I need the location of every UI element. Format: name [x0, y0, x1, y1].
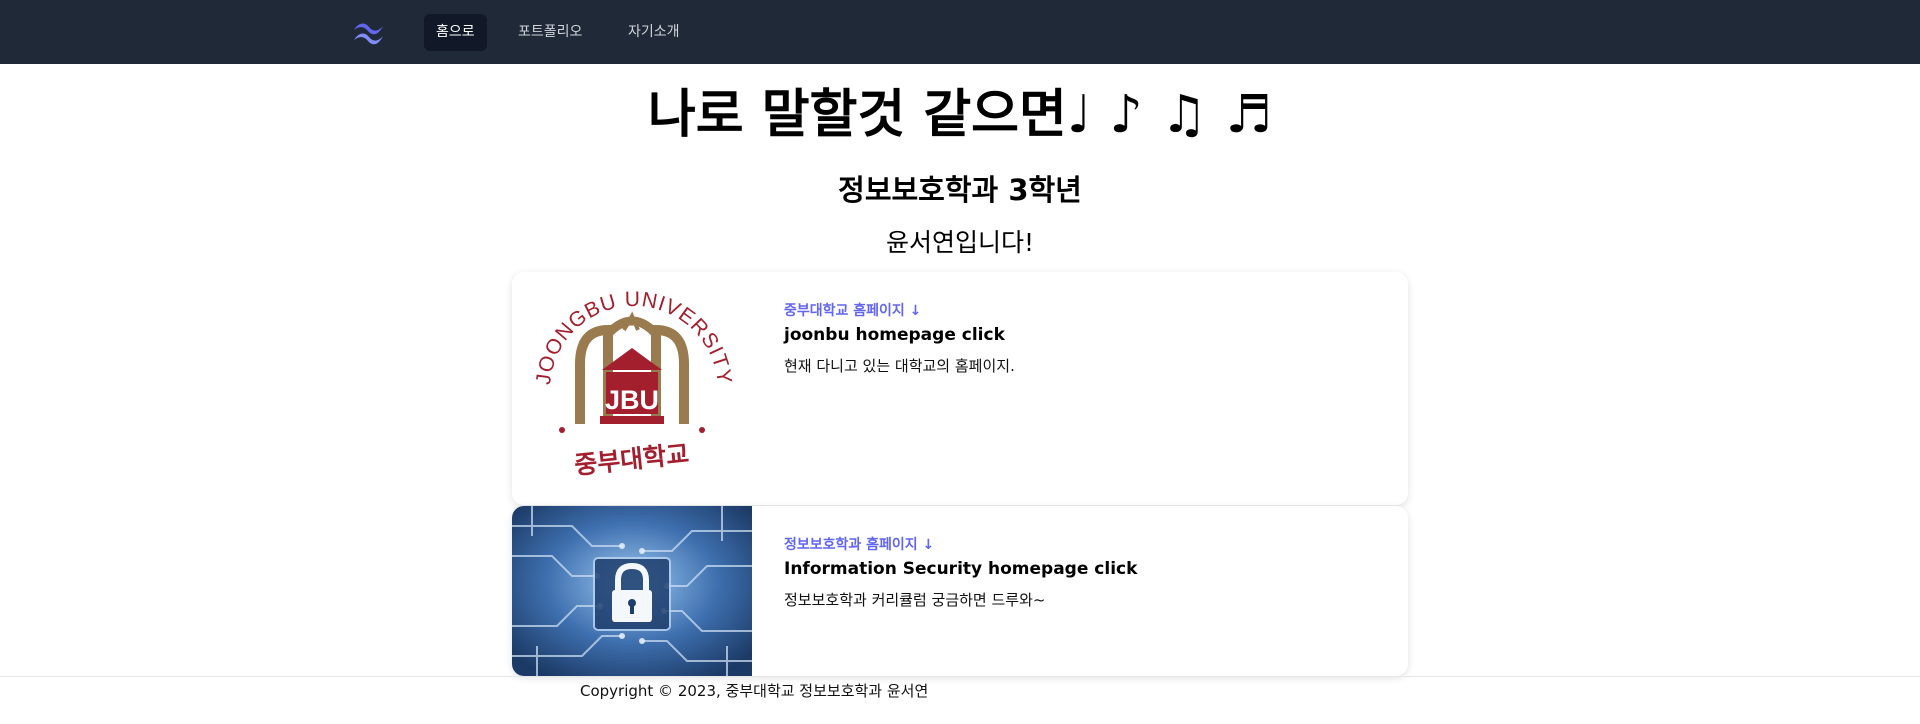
university-logo-image: JOONGBU UNIVERSITY JBU 중부대학교	[512, 272, 752, 505]
university-homepage-link[interactable]: 중부대학교 홈페이지 ↓	[784, 302, 921, 320]
circuit-padlock-image	[512, 506, 752, 676]
intro-text: 윤서연입니다!	[885, 228, 1035, 257]
university-card: JOONGBU UNIVERSITY JBU 중부대학교 중부대학교 홈페이지 …	[512, 272, 1408, 505]
page-title: 나로 말할것 같으면♩ ♪ ♫ ♬	[647, 85, 1273, 145]
university-card-title[interactable]: joonbu homepage click	[784, 323, 1392, 347]
card-body: 중부대학교 홈페이지 ↓ joonbu homepage click 현재 다니…	[784, 300, 1392, 377]
tailwind-logo-icon[interactable]	[350, 18, 386, 46]
footer-divider	[0, 676, 1920, 677]
department-card-description: 정보보호학과 커리큘럼 궁금하면 드루와~	[784, 591, 1046, 609]
nav-portfolio-link[interactable]: 포트폴리오	[506, 14, 594, 51]
footer-copyright: Copyright © 2023, 중부대학교 정보보호학과 윤서연	[580, 682, 929, 700]
nav-home-link[interactable]: 홈으로	[424, 14, 487, 51]
page-subtitle: 정보보호학과 3학년	[838, 173, 1082, 207]
navbar: 홈으로 포트폴리오 자기소개	[0, 0, 1920, 64]
department-card-title[interactable]: Information Security homepage click	[784, 557, 1392, 581]
card-body: 정보보호학과 홈페이지 ↓ Information Security homep…	[784, 534, 1392, 611]
department-card: 정보보호학과 홈페이지 ↓ Information Security homep…	[512, 506, 1408, 676]
joongbu-university-seal-icon: JOONGBU UNIVERSITY JBU 중부대학교	[512, 272, 752, 505]
university-card-description: 현재 다니고 있는 대학교의 홈페이지.	[784, 357, 1015, 375]
circuit-padlock-icon	[512, 506, 752, 676]
nav-about-link[interactable]: 자기소개	[616, 14, 692, 51]
seal-emblem-text: JBU	[605, 385, 659, 415]
department-homepage-link[interactable]: 정보보호학과 홈페이지 ↓	[784, 536, 934, 554]
